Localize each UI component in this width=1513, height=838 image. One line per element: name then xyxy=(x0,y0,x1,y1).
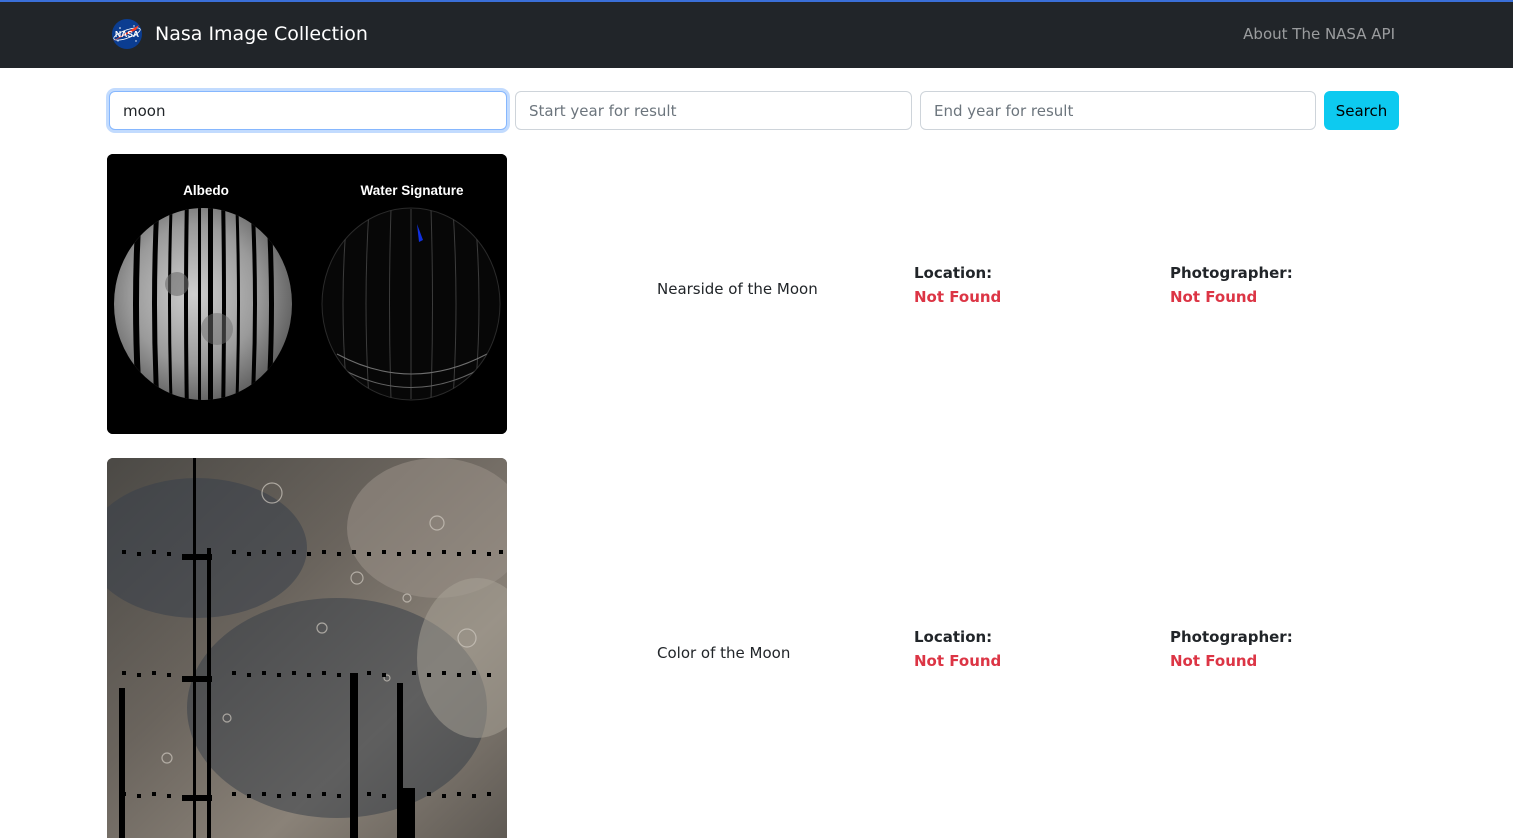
search-query-input[interactable] xyxy=(109,91,507,130)
start-year-input[interactable] xyxy=(515,91,912,130)
brand-link[interactable]: NASA Nasa Image Collection xyxy=(109,17,368,51)
location-label: Location: xyxy=(914,264,993,282)
albedo-label: Albedo xyxy=(183,183,229,198)
end-year-input[interactable] xyxy=(920,91,1316,130)
search-button[interactable]: Search xyxy=(1324,91,1399,130)
photographer-value: Not Found xyxy=(1170,652,1258,670)
location-value: Not Found xyxy=(914,652,1002,670)
photographer-block: Photographer: Not Found xyxy=(1170,625,1293,673)
color-moon-image xyxy=(107,458,507,838)
photographer-value: Not Found xyxy=(1170,288,1258,306)
photographer-block: Photographer: Not Found xyxy=(1170,261,1293,309)
navbar: NASA Nasa Image Collection About The NAS… xyxy=(0,2,1513,68)
result-item: Color of the Moon Location: Not Found Ph… xyxy=(107,458,1407,838)
photographer-label: Photographer: xyxy=(1170,264,1293,282)
svg-text:NASA: NASA xyxy=(115,29,139,39)
water-signature-label: Water Signature xyxy=(360,183,464,198)
location-block: Location: Not Found xyxy=(914,261,1001,309)
result-image[interactable]: Albedo Water Signature xyxy=(107,154,507,434)
about-nasa-api-link[interactable]: About The NASA API xyxy=(1243,24,1395,44)
location-label: Location: xyxy=(914,628,993,646)
photographer-label: Photographer: xyxy=(1170,628,1293,646)
brand-title: Nasa Image Collection xyxy=(155,23,368,45)
search-form: Search xyxy=(109,91,1399,130)
nearside-moon-image: Albedo Water Signature xyxy=(107,154,507,434)
result-title: Nearside of the Moon xyxy=(657,280,818,298)
nasa-logo-icon: NASA xyxy=(112,19,142,49)
location-block: Location: Not Found xyxy=(914,625,1001,673)
result-item: Albedo Water Signature Nearside of the M… xyxy=(107,154,1407,434)
location-value: Not Found xyxy=(914,288,1002,306)
result-image[interactable] xyxy=(107,458,507,838)
result-title: Color of the Moon xyxy=(657,644,791,662)
